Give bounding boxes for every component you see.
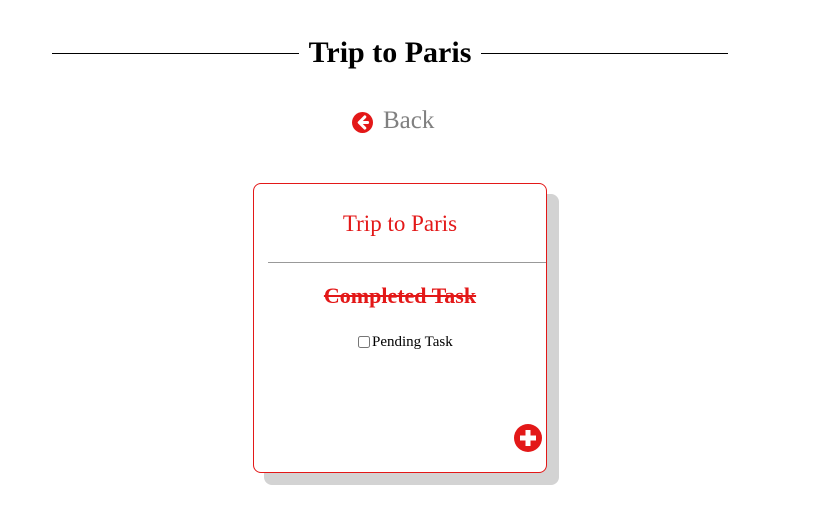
task-item-completed[interactable]: Completed Task bbox=[254, 283, 546, 309]
task-list-card: Trip to Paris Completed Task Pending Tas… bbox=[253, 183, 547, 473]
task-item-pending[interactable]: Pending Task bbox=[358, 333, 453, 351]
header-rule-right bbox=[481, 52, 729, 54]
add-task-button[interactable] bbox=[514, 424, 542, 452]
card-divider bbox=[268, 262, 546, 263]
back-link[interactable]: Back bbox=[352, 106, 434, 136]
page-header: Trip to Paris bbox=[52, 26, 729, 80]
task-item-label: Pending Task bbox=[372, 334, 453, 350]
header-rule-left bbox=[52, 52, 299, 54]
task-checkbox[interactable] bbox=[358, 336, 370, 348]
page-title: Trip to Paris bbox=[308, 36, 472, 69]
arrow-circle-left-icon bbox=[352, 112, 373, 133]
plus-circle-icon bbox=[514, 424, 542, 456]
back-label: Back bbox=[383, 107, 435, 134]
card-title: Trip to Paris bbox=[342, 211, 458, 236]
